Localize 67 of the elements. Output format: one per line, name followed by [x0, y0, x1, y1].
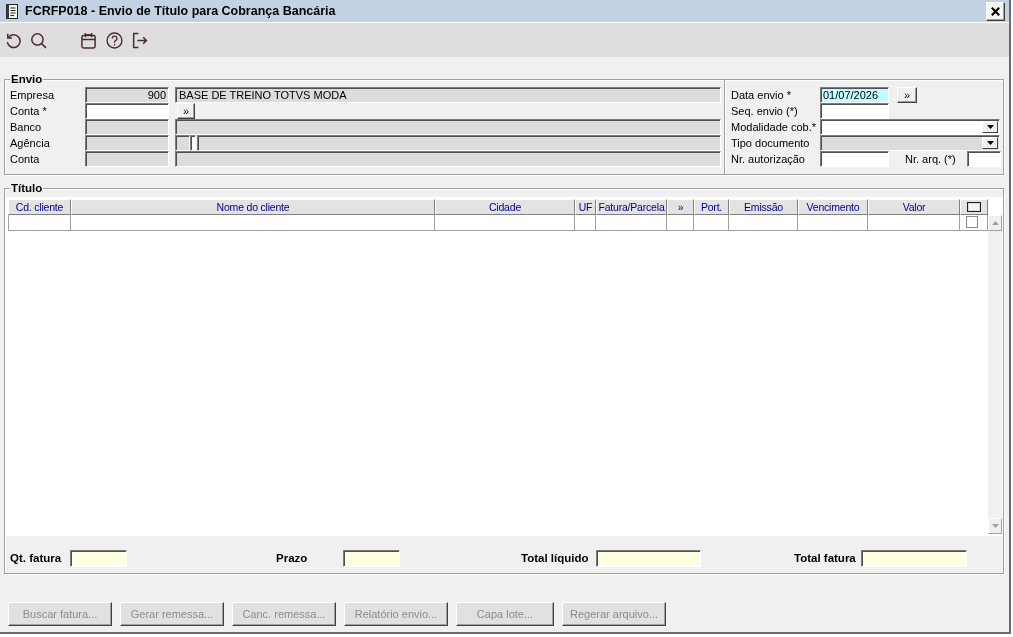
total-label: Total líquido — [521, 552, 590, 564]
column-header[interactable]: Valor — [868, 199, 960, 215]
caret-icon — [986, 141, 994, 145]
table-cell — [694, 215, 729, 231]
column-header[interactable] — [960, 199, 988, 215]
text-field[interactable] — [820, 151, 889, 167]
column-header[interactable]: Cidade — [435, 199, 575, 215]
total-label: Total fatura — [794, 552, 857, 564]
undo-icon[interactable] — [5, 31, 22, 49]
calendar-icon[interactable] — [80, 31, 97, 49]
close-icon — [990, 5, 1001, 17]
field-label: Data envio * — [731, 88, 792, 102]
dropdown-field[interactable] — [820, 119, 1000, 135]
lookup-button[interactable]: » — [177, 103, 195, 119]
date-field[interactable]: 01/07/2026 — [820, 87, 889, 103]
field-label: Modalidade cob.* — [731, 120, 817, 134]
field-label: Tipo documento — [731, 136, 811, 150]
dropdown-button[interactable] — [982, 121, 998, 133]
table-cell — [596, 215, 667, 231]
text-field[interactable] — [820, 103, 889, 119]
group-title: Título — [10, 181, 44, 195]
column-header[interactable]: Vencimento — [798, 199, 868, 215]
group-title: Envio — [10, 72, 44, 86]
vertical-scrollbar[interactable] — [988, 215, 1002, 534]
caret-icon — [986, 125, 994, 129]
field-label: Agência — [10, 136, 51, 150]
close-button[interactable] — [986, 1, 1005, 21]
text-field[interactable] — [967, 151, 1001, 167]
column-header[interactable]: Fatura/Parcela — [596, 199, 667, 215]
total-field[interactable] — [596, 549, 701, 567]
column-header[interactable]: Cd. cliente — [8, 199, 71, 215]
column-header[interactable]: UF — [575, 199, 596, 215]
field-label: Seq. envio (*) — [731, 104, 799, 118]
total-field[interactable] — [343, 549, 400, 567]
square-icon — [967, 202, 981, 212]
row-checkbox[interactable] — [966, 216, 978, 228]
scroll-up-button[interactable] — [988, 215, 1002, 231]
code-field[interactable] — [85, 103, 169, 119]
field-label: Conta — [10, 152, 41, 166]
field-label: Nr. arq. (*) — [905, 153, 957, 165]
field-label: Empresa — [10, 88, 56, 102]
exit-icon[interactable] — [131, 31, 148, 49]
column-header[interactable]: Emissão — [729, 199, 798, 215]
search-icon[interactable] — [30, 31, 47, 49]
total-label: Qt. fatura — [10, 552, 63, 564]
table-cell — [667, 215, 694, 231]
total-label: Prazo — [276, 552, 309, 564]
field-label: Nr. autorização — [731, 152, 806, 166]
total-field[interactable] — [861, 549, 967, 567]
field-label: Conta * — [10, 104, 48, 118]
document-icon — [6, 3, 18, 19]
column-header[interactable]: Port. — [694, 199, 729, 215]
down-arrow-icon — [991, 524, 999, 528]
field-label: Banco — [10, 120, 43, 134]
table-cell — [575, 215, 596, 231]
text-field[interactable] — [190, 135, 196, 151]
table-cell — [8, 215, 71, 231]
column-header[interactable]: Nome do cliente — [71, 199, 435, 215]
table-cell — [798, 215, 868, 231]
table-cell — [729, 215, 798, 231]
help-icon[interactable] — [106, 31, 123, 49]
column-header[interactable]: » — [667, 199, 694, 215]
total-field[interactable] — [70, 549, 127, 567]
up-arrow-icon — [991, 221, 999, 225]
lookup-button[interactable]: » — [897, 87, 917, 103]
window-title: FCRFP018 - Envio de Título para Cobrança Bancária — [25, 4, 337, 18]
scroll-down-button[interactable] — [988, 518, 1002, 534]
